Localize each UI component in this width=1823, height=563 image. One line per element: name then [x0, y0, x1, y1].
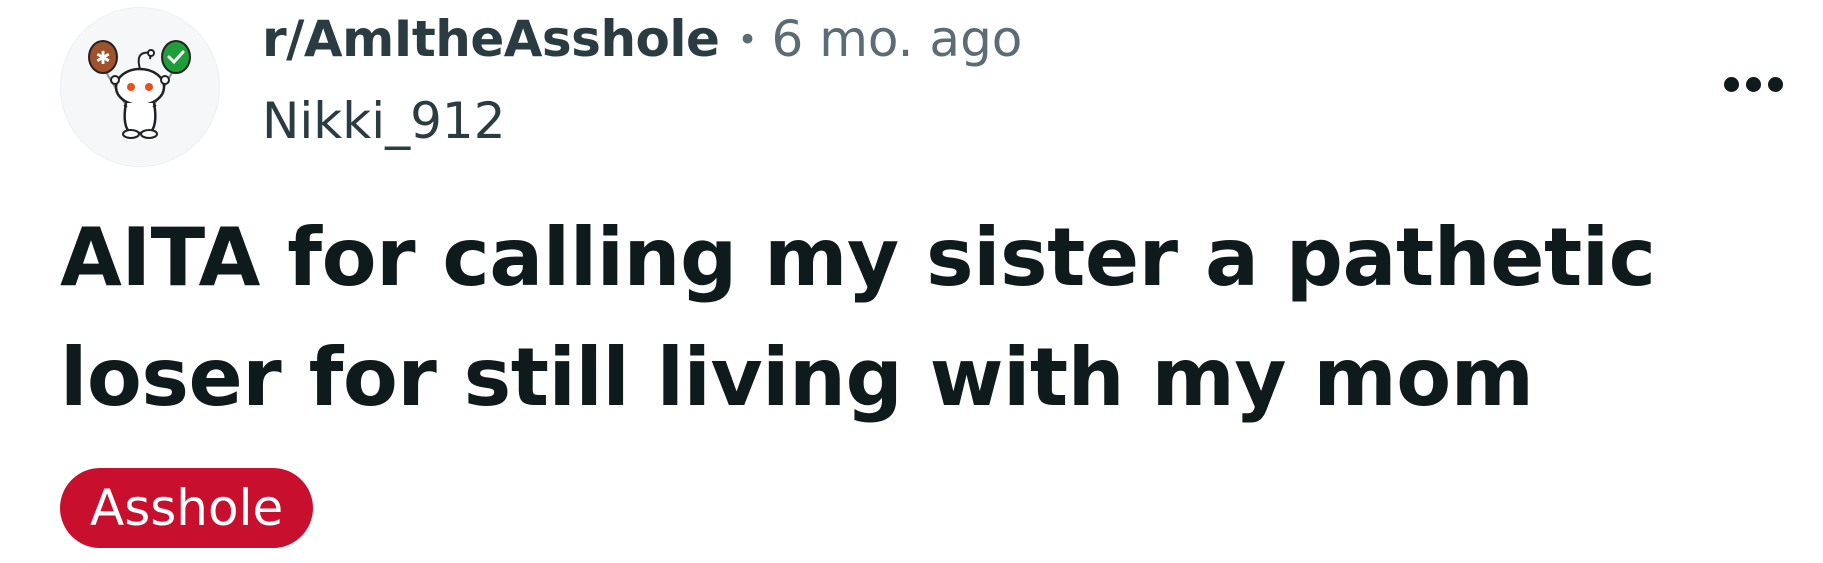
post-meta: r/AmItheAsshole • 6 mo. ago Nikki_912	[262, 10, 1022, 160]
subreddit-link[interactable]: r/AmItheAsshole	[262, 10, 720, 68]
menu-dot-icon	[1767, 76, 1783, 92]
svg-text:✱: ✱	[95, 48, 110, 69]
author-username-link[interactable]: Nikki_912	[262, 92, 1022, 150]
overflow-menu-button[interactable]	[1713, 60, 1793, 108]
post-flair-badge[interactable]: Asshole	[60, 468, 314, 548]
snoo-icon: ✱	[88, 40, 191, 139]
subreddit-avatar-icon[interactable]: ✱	[60, 7, 220, 167]
post-title[interactable]: AITA for calling my sister a pathetic lo…	[60, 198, 1780, 438]
post-meta-line: r/AmItheAsshole • 6 mo. ago	[262, 10, 1022, 90]
menu-dot-icon	[1745, 76, 1761, 92]
post-header-card: ✱ r/AmItheAsshole • 6 mo. ago Nikki_912 …	[0, 0, 1823, 563]
post-timestamp: 6 mo. ago	[771, 10, 1023, 68]
meta-separator: •	[737, 20, 758, 60]
menu-dot-icon	[1723, 76, 1739, 92]
